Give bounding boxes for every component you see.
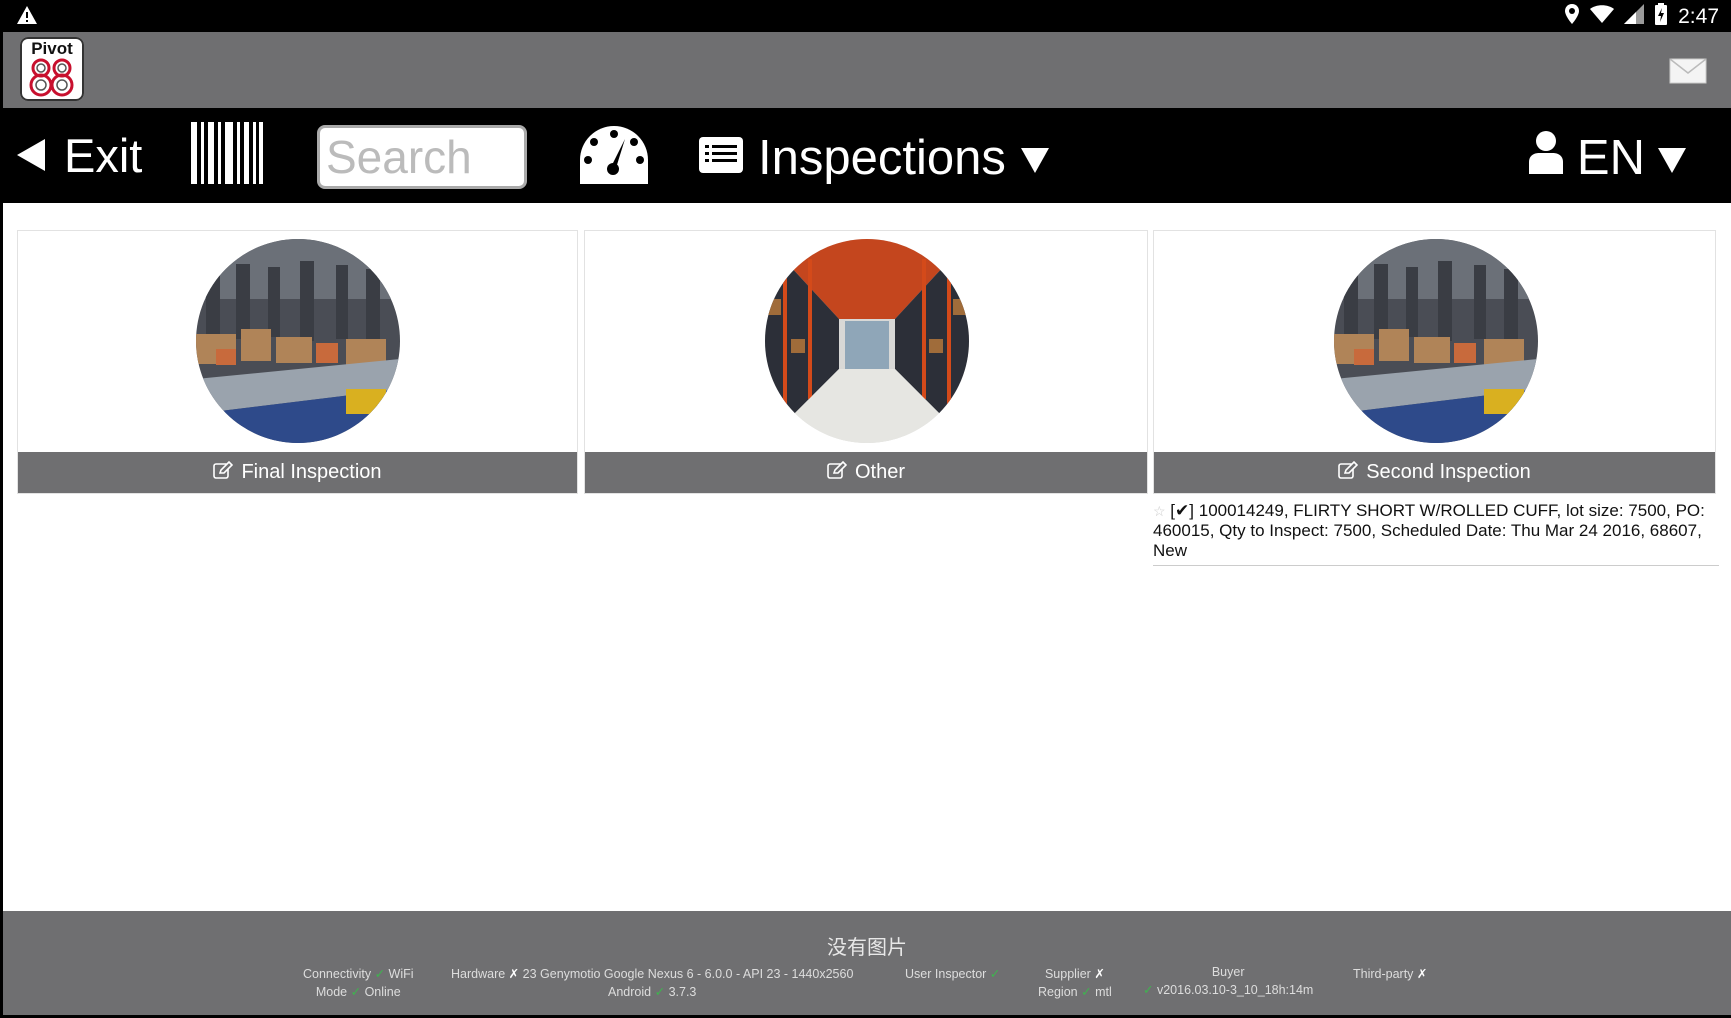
card-second-inspection[interactable]: Second Inspection bbox=[1153, 230, 1716, 494]
module-label: Inspections bbox=[758, 131, 1006, 185]
location-icon bbox=[1564, 3, 1580, 30]
connectivity-info: Connectivity ✓ WiFi Mode ✓ Online bbox=[303, 965, 414, 1001]
dashboard-gauge-icon[interactable] bbox=[578, 124, 650, 191]
hardware-value: 23 Genymotio Google Nexus 6 - 6.0.0 - AP… bbox=[522, 967, 854, 981]
card-title-bar[interactable]: Second Inspection bbox=[1154, 452, 1715, 493]
inspection-list-item[interactable]: ☆ [✔] 100014249, FLIRTY SHORT W/ROLLED C… bbox=[1153, 501, 1719, 566]
system-status-bar: 2:47 bbox=[0, 0, 1731, 32]
app-version: v2016.03.10-3_10_18h:14m bbox=[1156, 983, 1314, 997]
user-icon bbox=[1527, 130, 1565, 186]
caret-down-icon bbox=[1020, 130, 1050, 186]
language-label: EN bbox=[1576, 131, 1645, 185]
mode-label: Mode bbox=[315, 985, 348, 999]
connectivity-label: Connectivity bbox=[303, 967, 372, 981]
app-logo[interactable]: Pivot bbox=[20, 37, 84, 101]
search-input[interactable] bbox=[317, 125, 527, 189]
star-icon[interactable]: ☆ bbox=[1153, 503, 1166, 519]
card-label: Final Inspection bbox=[241, 461, 382, 483]
edit-icon bbox=[1338, 460, 1359, 485]
hardware-info: Hardware ✗ 23 Genymotio Google Nexus 6 -… bbox=[451, 965, 853, 1001]
item-check-status: [✔] bbox=[1170, 501, 1194, 520]
supplier-label: Supplier bbox=[1044, 967, 1091, 981]
list-icon bbox=[698, 130, 744, 186]
ok-check-icon: ✓ bbox=[350, 985, 362, 999]
edit-icon bbox=[213, 460, 234, 485]
mail-icon[interactable] bbox=[1669, 58, 1707, 89]
x-mark-icon: ✗ bbox=[508, 967, 520, 981]
ok-check-icon: ✓ bbox=[1081, 985, 1092, 999]
hardware-label: Hardware bbox=[451, 967, 506, 981]
connectivity-value: WiFi bbox=[388, 967, 414, 981]
android-label: Android bbox=[608, 985, 652, 999]
caret-down-icon bbox=[1657, 130, 1687, 186]
back-arrow-icon bbox=[16, 128, 46, 183]
logo-88-mark bbox=[29, 58, 74, 97]
x-mark-icon: ✗ bbox=[1416, 967, 1428, 981]
card-other[interactable]: Other bbox=[584, 230, 1148, 494]
card-final-inspection[interactable]: Final Inspection bbox=[17, 230, 578, 494]
battery-charging-icon bbox=[1654, 3, 1668, 30]
ok-check-icon: ✓ bbox=[374, 967, 386, 981]
user-value: Inspector bbox=[934, 967, 987, 981]
x-mark-icon: ✗ bbox=[1094, 967, 1105, 981]
app-header: Pivot bbox=[3, 32, 1731, 108]
logo-text: Pivot bbox=[31, 39, 73, 58]
thirdparty-label: Third-party bbox=[1353, 967, 1414, 981]
exit-label: Exit bbox=[64, 128, 143, 182]
no-image-text: 没有图片 bbox=[827, 935, 907, 959]
module-dropdown[interactable]: Inspections bbox=[698, 130, 1050, 186]
region-label: Region bbox=[1038, 985, 1078, 999]
wifi-icon bbox=[1590, 4, 1615, 29]
region-value: mtl bbox=[1095, 985, 1112, 999]
warning-icon bbox=[16, 5, 38, 30]
ok-check-icon: ✓ bbox=[1143, 983, 1154, 997]
warehouse-conveyor-image bbox=[196, 239, 400, 443]
buyer-label: Buyer bbox=[1211, 965, 1245, 979]
android-value: 3.7.3 bbox=[668, 985, 697, 999]
user-label: User bbox=[905, 967, 932, 981]
ok-check-icon: ✓ bbox=[654, 985, 666, 999]
edit-icon bbox=[827, 460, 848, 485]
main-content: Final Inspection Other Second Inspection… bbox=[3, 203, 1731, 911]
card-title-bar[interactable]: Other bbox=[585, 452, 1147, 493]
status-footer: 没有图片 Connectivity ✓ WiFi Mode ✓ Online H… bbox=[3, 911, 1731, 1015]
ok-check-icon: ✓ bbox=[989, 967, 1001, 981]
card-title-bar[interactable]: Final Inspection bbox=[18, 452, 577, 493]
exit-button[interactable]: Exit bbox=[16, 128, 143, 183]
item-description: 100014249, FLIRTY SHORT W/ROLLED CUFF, l… bbox=[1153, 501, 1705, 560]
thirdparty-info: Third-party ✗ bbox=[1353, 965, 1427, 983]
main-toolbar: Exit Inspections bbox=[0, 108, 1731, 203]
warehouse-aisle-image bbox=[765, 239, 969, 443]
barcode-scan-icon[interactable] bbox=[191, 122, 263, 189]
card-label: Second Inspection bbox=[1366, 461, 1531, 483]
mode-value: Online bbox=[364, 985, 401, 999]
language-user-dropdown[interactable]: EN bbox=[1527, 130, 1687, 186]
user-info: User Inspector ✓ bbox=[905, 965, 1000, 983]
buyer-version-info: Buyer ✓ v2016.03.10-3_10_18h:14m bbox=[1143, 963, 1313, 999]
supplier-region-info: Supplier ✗ Region ✓ mtl bbox=[1038, 965, 1112, 1001]
clock-time: 2:47 bbox=[1678, 4, 1719, 28]
warehouse-conveyor-image bbox=[1334, 239, 1538, 443]
card-label: Other bbox=[854, 461, 906, 483]
signal-icon bbox=[1624, 4, 1645, 29]
